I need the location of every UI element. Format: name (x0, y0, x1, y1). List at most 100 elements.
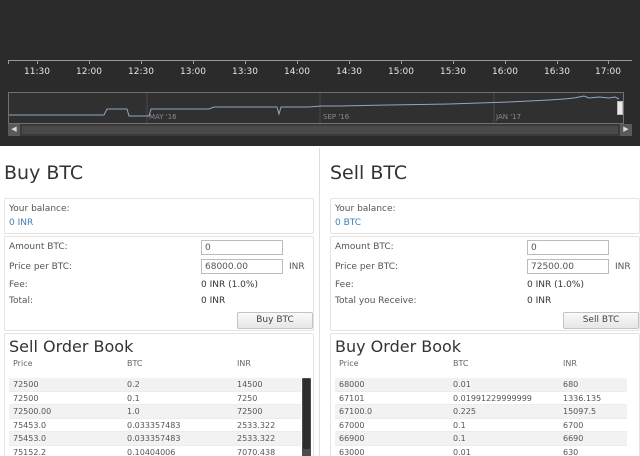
order-book-rows: 68000 0.01 680 67101 0.01991229999999 13… (335, 378, 627, 456)
time-tick (557, 60, 558, 64)
buy-btc-button[interactable]: Buy BTC (237, 312, 313, 329)
btc-cell: 0.2 (127, 380, 140, 389)
scrollbar-thumb[interactable] (22, 126, 618, 134)
inr-cell: 72500 (237, 407, 263, 416)
btc-cell: 0.1 (453, 420, 466, 430)
btc-cell: 0.01 (453, 447, 471, 456)
col-header-inr[interactable]: INR (563, 359, 577, 368)
inr-cell: 6700 (563, 420, 584, 430)
fee-label: Fee: (335, 280, 354, 290)
price-cell: 72500 (13, 380, 39, 389)
table-row[interactable]: 67100.0 0.225 15097.5 (335, 405, 627, 419)
navigator-label: SEP '16 (323, 113, 350, 121)
time-label: 17:00 (595, 67, 621, 77)
chart-plot-area[interactable] (0, 0, 640, 58)
price-cell: 75453.0 (13, 420, 47, 430)
price-unit: INR (615, 262, 631, 272)
table-row[interactable]: 72500 0.1 7250 (9, 392, 301, 405)
price-cell: 67101 (339, 393, 365, 403)
sell-amount-input[interactable] (527, 240, 609, 255)
price-cell: 75453.0 (13, 434, 47, 443)
btc-cell: 0.1 (453, 434, 466, 443)
chart-scrollbar[interactable]: ◀ ▶ (8, 124, 632, 136)
chart-navigator[interactable]: MAY '16 SEP '16 JAN '17 (8, 92, 624, 124)
table-row[interactable]: 72500.00 1.0 72500 (9, 405, 301, 419)
time-tick (505, 60, 506, 64)
total-value: 0 INR (527, 296, 552, 306)
inr-cell: 2533.322 (237, 434, 276, 443)
time-tick (193, 60, 194, 64)
time-tick (141, 60, 142, 64)
inr-cell: 7070.438 (237, 447, 276, 456)
time-tick (37, 60, 38, 64)
price-cell: 66900 (339, 434, 365, 443)
order-book-header: Price BTC INR (331, 359, 639, 373)
time-label: 13:00 (180, 67, 206, 77)
col-header-price[interactable]: Price (13, 359, 33, 368)
navigator-handle[interactable] (617, 101, 623, 115)
price-cell: 72500 (13, 393, 39, 403)
table-row[interactable]: 67000 0.1 6700 (335, 419, 627, 432)
scrollbar-thumb[interactable] (303, 379, 310, 449)
scroll-right-arrow-icon[interactable]: ▶ (620, 124, 632, 136)
buy-price-input[interactable] (201, 259, 283, 274)
table-row[interactable]: 75453.0 0.033357483 2533.322 (9, 432, 301, 446)
total-value: 0 INR (201, 296, 226, 306)
time-tick (349, 60, 350, 64)
total-label: Total: (9, 296, 34, 306)
fee-label: Fee: (9, 280, 28, 290)
col-header-inr[interactable]: INR (237, 359, 251, 368)
table-row[interactable]: 75453.0 0.033357483 2533.322 (9, 419, 301, 432)
scroll-left-arrow-icon[interactable]: ◀ (8, 124, 20, 136)
navigator-series (9, 93, 620, 123)
buy-amount-input[interactable] (201, 240, 283, 255)
btc-cell: 0.033357483 (127, 420, 181, 430)
table-row[interactable]: 75152.2 0.10404006 7070.438 (9, 446, 301, 456)
price-chart[interactable]: 11:30 12:00 12:30 13:00 13:30 14:00 14:3… (0, 0, 640, 146)
btc-cell: 0.01991229999999 (453, 393, 532, 403)
time-label: 14:00 (284, 67, 310, 77)
sell-form: Amount BTC: Price per BTC: INR Fee: 0 IN… (330, 236, 640, 331)
time-tick (608, 60, 609, 64)
balance-value[interactable]: 0 INR (9, 218, 33, 228)
table-row[interactable]: 68000 0.01 680 (335, 378, 627, 392)
price-unit: INR (289, 262, 305, 272)
table-row[interactable]: 66900 0.1 6690 (335, 432, 627, 446)
balance-label: Your balance: (9, 204, 70, 214)
sell-price-input[interactable] (527, 259, 609, 274)
col-header-btc[interactable]: BTC (127, 359, 143, 368)
sell-panel: Sell BTC Your balance: 0 BTC Amount BTC:… (326, 150, 640, 456)
price-cell: 67000 (339, 420, 365, 430)
inr-cell: 14500 (237, 380, 263, 389)
balance-label: Your balance: (335, 204, 396, 214)
time-tick (89, 60, 90, 64)
buy-form: Amount BTC: Price per BTC: INR Fee: 0 IN… (4, 236, 314, 331)
time-tick (245, 60, 246, 64)
btc-cell: 0.033357483 (127, 434, 181, 443)
order-book-scrollbar[interactable] (302, 378, 311, 456)
navigator-label: MAY '16 (149, 113, 177, 121)
balance-value[interactable]: 0 BTC (335, 218, 361, 228)
order-book-header: Price BTC INR (5, 359, 313, 373)
chart-divider (0, 146, 640, 148)
inr-cell: 2533.322 (237, 420, 276, 430)
btc-cell: 0.10404006 (127, 447, 176, 456)
btc-cell: 0.1 (127, 393, 140, 403)
order-book-title: Sell Order Book (9, 337, 134, 356)
time-label: 11:30 (24, 67, 50, 77)
inr-cell: 7250 (237, 393, 258, 403)
price-cell: 63000 (339, 447, 365, 456)
buy-order-book: Buy Order Book Price BTC INR 68000 0.01 … (330, 333, 640, 456)
fee-value: 0 INR (1.0%) (201, 280, 258, 290)
time-axis-line (8, 60, 632, 61)
sell-btc-button[interactable]: Sell BTC (563, 312, 639, 329)
price-label: Price per BTC: (335, 262, 399, 272)
col-header-btc[interactable]: BTC (453, 359, 469, 368)
price-label: Price per BTC: (9, 262, 73, 272)
table-row[interactable]: 67101 0.01991229999999 1336.135 (335, 392, 627, 405)
time-label: 14:30 (336, 67, 362, 77)
table-row[interactable]: 72500 0.2 14500 (9, 378, 301, 392)
table-row[interactable]: 63000 0.01 630 (335, 446, 627, 456)
col-header-price[interactable]: Price (339, 359, 359, 368)
amount-label: Amount BTC: (335, 242, 394, 252)
